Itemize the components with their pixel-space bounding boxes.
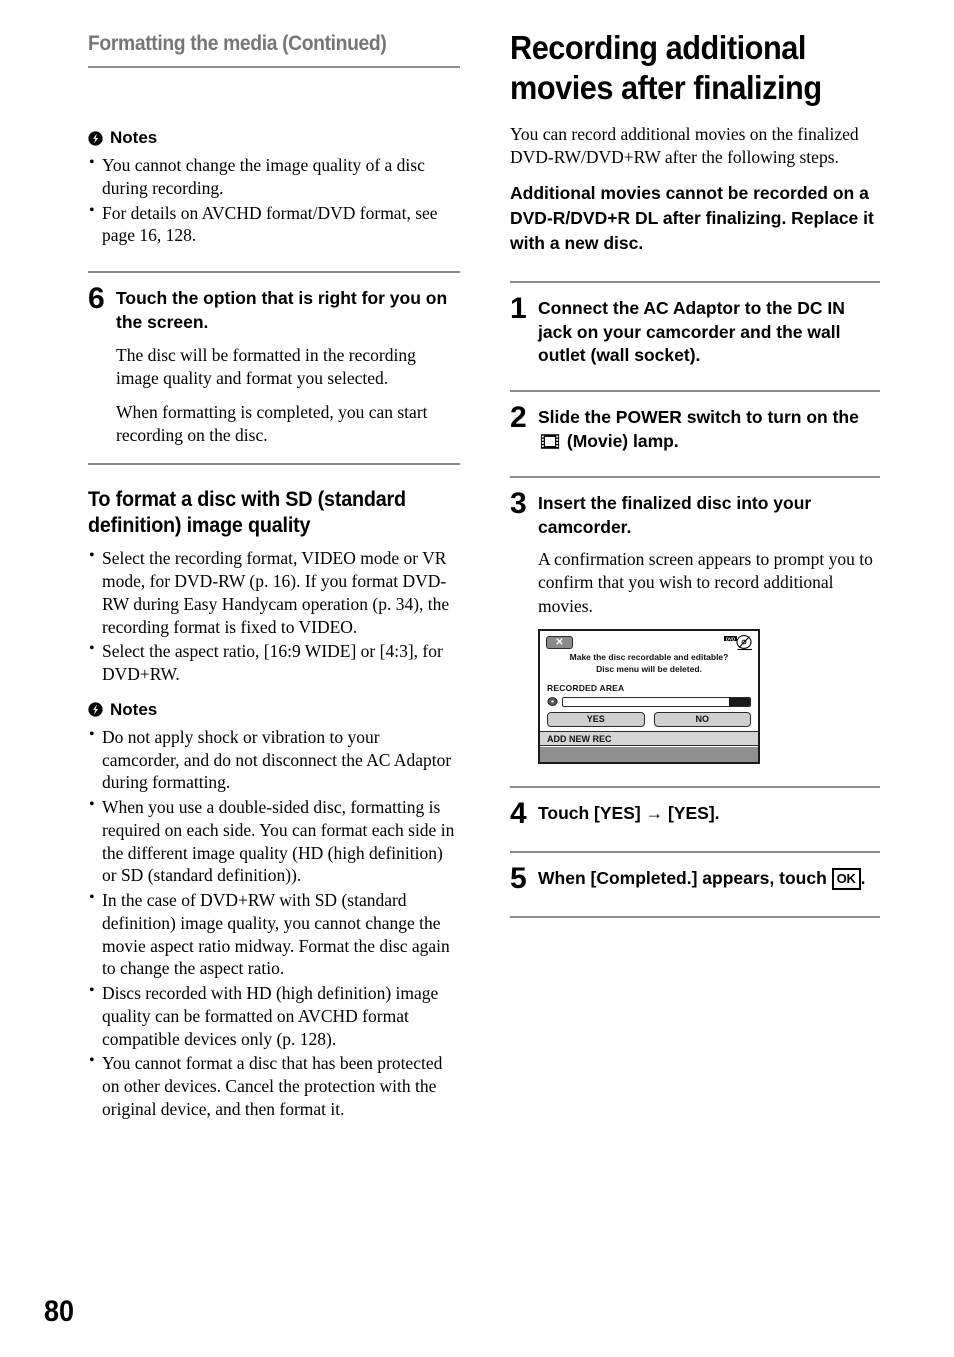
step-number: 4 [510, 796, 527, 830]
step-number: 1 [510, 291, 527, 325]
step-title-after: (Movie) lamp. [566, 431, 679, 451]
recorded-area-bar-fill [729, 697, 750, 706]
recorded-area-label: RECORDED AREA [547, 682, 625, 693]
list-item: You cannot change the image quality of a… [88, 153, 460, 200]
note-bolt-icon [88, 702, 103, 718]
list-item: Select the aspect ratio, [16:9 WIDE] or … [88, 639, 460, 686]
sd-format-section: To format a disc with SD (standard defin… [88, 487, 460, 686]
screen-message: Make the disc recordable and editable? D… [540, 651, 758, 676]
list-item: Discs recorded with HD (high definition)… [88, 981, 460, 1050]
warning-paragraph: Additional movies cannot be recorded on … [510, 182, 874, 254]
section-divider [88, 462, 460, 465]
notes-heading: Notes [88, 700, 460, 720]
sd-section-heading: To format a disc with SD (standard defin… [88, 487, 406, 538]
notes-heading: Notes [88, 128, 460, 148]
running-header: Formatting the media (Continued) [88, 32, 387, 55]
step-3: 3 Insert the finalized disc into your ca… [510, 478, 880, 764]
close-icon: ✕ [546, 635, 573, 649]
step-2: 2 Slide the POWER switch to turn on the … [510, 392, 880, 454]
no-button: NO [653, 711, 751, 727]
left-column: Notes You cannot change the image qualit… [88, 128, 460, 1131]
notes-list-bottom: Do not apply shock or vibration to your … [88, 725, 460, 1121]
step-title-before: Slide the POWER switch to turn on the [538, 407, 859, 428]
screen-illustration-wrap: ✕ DVD Make the disc recordable and edita… [510, 628, 880, 764]
step-title-before: Touch [YES] [538, 802, 641, 823]
ok-button-glyph: OK [831, 867, 861, 890]
paragraph: When formatting is completed, you can st… [116, 401, 428, 445]
yes-button: YES [547, 711, 645, 727]
step-title: Connect the AC Adaptor to the DC IN jack… [538, 297, 845, 366]
manual-page: Formatting the media (Continued) Notes Y… [0, 0, 954, 1357]
step-title: When [Completed.] appears, touch OK. [538, 862, 865, 891]
notes-block-top: Notes You cannot change the image qualit… [88, 128, 460, 247]
sd-section-list: Select the recording format, VIDEO mode … [88, 546, 460, 686]
camcorder-screen-illustration: ✕ DVD Make the disc recordable and edita… [538, 628, 760, 764]
step-title-before: When [Completed.] appears, touch [538, 867, 827, 888]
screen-message-line-2: Disc menu will be deleted. [596, 663, 702, 674]
notes-label: Notes [110, 128, 158, 147]
intro-paragraph: You can record additional movies on the … [510, 123, 859, 167]
page-title: Recording additional movies after finali… [510, 29, 822, 107]
step-body: The disc will be formatted in the record… [88, 344, 460, 447]
recorded-area-row [547, 696, 751, 707]
list-item: You cannot format a disc that has been p… [88, 1051, 460, 1120]
step-5: 5 When [Completed.] appears, touch OK. [510, 853, 880, 894]
step-number: 3 [510, 486, 527, 520]
right-column: Recording additional movies after finali… [510, 28, 880, 918]
note-bolt-icon [88, 130, 103, 146]
step-number: 6 [88, 282, 105, 315]
step-title-after: . [860, 867, 866, 888]
recorded-area-bar [562, 696, 751, 707]
disc-icon [547, 697, 558, 707]
step-title: Slide the POWER switch to turn on the (M… [538, 401, 880, 454]
section-divider [510, 915, 880, 918]
step-number: 5 [510, 861, 527, 895]
list-item: Do not apply shock or vibration to your … [88, 725, 460, 794]
list-item: In the case of DVD+RW with SD (standard … [88, 888, 460, 980]
notes-block-bottom: Notes Do not apply shock or vibration to… [88, 700, 460, 1121]
movie-film-icon [540, 434, 560, 449]
header-rule [88, 66, 460, 68]
screen-message-line-1: Make the disc recordable and editable? [569, 651, 729, 662]
add-new-rec-label: ADD NEW REC [540, 730, 758, 746]
arrow-icon: → [645, 802, 664, 823]
svg-text:DVD: DVD [726, 636, 735, 641]
paragraph: A confirmation screen appears to prompt … [538, 549, 873, 616]
step-number: 2 [510, 401, 527, 435]
dvd-edit-icon: DVD [724, 634, 752, 650]
list-item: When you use a double-sided disc, format… [88, 795, 460, 887]
list-item: Select the recording format, VIDEO mode … [88, 546, 460, 638]
step-1: 1 Connect the AC Adaptor to the DC IN ja… [510, 283, 880, 368]
step-4: 4 Touch [YES] → [YES]. [510, 788, 880, 829]
step-title: Insert the finalized disc into your camc… [538, 492, 812, 537]
step-title: Touch [YES] → [YES]. [538, 797, 720, 826]
notes-list-top: You cannot change the image quality of a… [88, 153, 460, 248]
step-body: A confirmation screen appears to prompt … [510, 548, 880, 617]
step-title-after: [YES]. [667, 802, 720, 823]
step-title: Touch the option that is right for you o… [116, 288, 448, 332]
notes-label: Notes [110, 699, 158, 719]
screen-footer-bar [540, 746, 758, 762]
page-number: 80 [44, 1295, 75, 1328]
paragraph: The disc will be formatted in the record… [116, 344, 416, 388]
screen-buttons: YES NO [547, 711, 751, 727]
list-item: For details on AVCHD format/DVD format, … [88, 201, 460, 248]
step-6: 6 Touch the option that is right for you… [88, 273, 460, 447]
